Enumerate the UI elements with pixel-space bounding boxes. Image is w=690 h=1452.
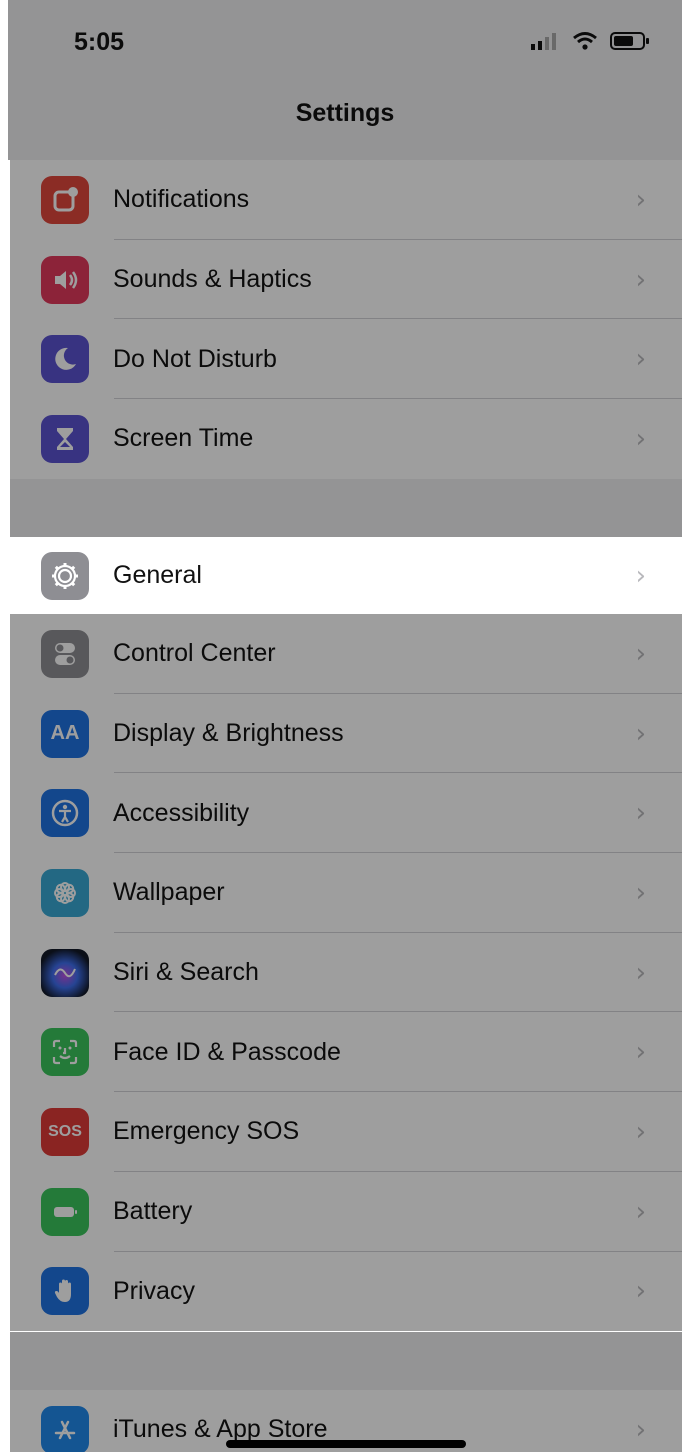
status-time: 5:05 (74, 28, 125, 56)
hand-icon (41, 1267, 89, 1316)
row-label: Control Center (113, 639, 276, 668)
chevron-right-icon: › (635, 1116, 646, 1147)
home-indicator[interactable] (226, 1440, 466, 1448)
moon-icon (41, 335, 89, 384)
siri-icon (41, 948, 89, 997)
row-screen-time[interactable]: Screen Time › (10, 399, 682, 479)
aa-icon-text: AA (50, 722, 80, 745)
chevron-right-icon: › (635, 877, 646, 908)
row-label: Emergency SOS (113, 1117, 300, 1146)
row-accessibility[interactable]: Accessibility › (10, 773, 682, 854)
cellular-signal-icon (530, 31, 560, 56)
row-display-brightness[interactable]: AA Display & Brightness › (10, 694, 682, 774)
row-battery[interactable]: Battery › (10, 1172, 682, 1252)
row-label: Sounds & Haptics (113, 265, 312, 294)
row-sounds-haptics[interactable]: Sounds & Haptics › (10, 240, 682, 320)
chevron-right-icon: › (635, 1196, 646, 1227)
header: 5:05 Settings (8, 0, 682, 160)
settings-group-2: Control Center › AA Display & Brightness… (10, 614, 682, 1332)
row-face-id-passcode[interactable]: Face ID & Passcode › (10, 1012, 682, 1093)
accessibility-icon (41, 789, 89, 838)
row-label: Battery (113, 1197, 193, 1226)
wifi-icon (572, 31, 598, 56)
row-label: Screen Time (113, 424, 254, 453)
row-wallpaper[interactable]: Wallpaper › (10, 853, 682, 933)
section-gap (10, 1332, 682, 1390)
app-store-icon (41, 1405, 89, 1452)
row-siri-search[interactable]: Siri & Search › (10, 933, 682, 1013)
row-do-not-disturb[interactable]: Do Not Disturb › (10, 319, 682, 400)
row-emergency-sos[interactable]: SOS Emergency SOS › (10, 1092, 682, 1172)
row-label: Privacy (113, 1276, 195, 1305)
chevron-right-icon: › (635, 423, 646, 454)
hourglass-icon (41, 414, 89, 463)
settings-group-1: Notifications › Sounds & Haptics › Do No… (10, 160, 682, 479)
row-privacy[interactable]: Privacy › (10, 1252, 682, 1332)
sos-icon-text: SOS (48, 1122, 82, 1140)
row-label: Display & Brightness (113, 719, 344, 748)
chevron-right-icon: › (635, 184, 646, 215)
general-row-highlight: General › (10, 537, 682, 614)
row-label: Siri & Search (113, 958, 259, 987)
notifications-icon (41, 175, 89, 224)
row-label: Face ID & Passcode (113, 1037, 341, 1066)
row-notifications[interactable]: Notifications › (10, 160, 682, 240)
status-bar: 5:05 (8, 0, 682, 70)
nav-bar: Settings (8, 82, 682, 144)
row-control-center[interactable]: Control Center › (10, 614, 682, 694)
settings-screen: 5:05 Settings Notifications › Sounds & H… (0, 0, 690, 1452)
row-label: Accessibility (113, 798, 250, 827)
chevron-right-icon: › (635, 718, 646, 749)
chevron-right-icon: › (635, 957, 646, 988)
flower-icon (41, 868, 89, 917)
chevron-right-icon: › (635, 798, 646, 829)
sos-icon: SOS (41, 1107, 89, 1156)
row-label: Wallpaper (113, 878, 225, 907)
row-label: Notifications (113, 185, 250, 214)
chevron-right-icon: › (635, 344, 646, 375)
row-general[interactable]: General › (10, 537, 682, 614)
chevron-right-icon: › (635, 1037, 646, 1068)
chevron-right-icon: › (635, 1414, 646, 1445)
battery-status-icon (610, 31, 650, 56)
status-icons (530, 31, 650, 56)
row-label: General (113, 561, 202, 589)
section-gap (10, 479, 682, 537)
chevron-right-icon: › (635, 264, 646, 295)
battery-icon (41, 1187, 89, 1236)
gear-icon (41, 551, 89, 600)
page-title: Settings (295, 99, 395, 127)
chevron-right-icon: › (635, 1276, 646, 1307)
face-id-icon (41, 1028, 89, 1077)
row-label: Do Not Disturb (113, 344, 277, 373)
chevron-right-icon: › (635, 638, 646, 669)
aa-icon: AA (41, 709, 89, 758)
speaker-icon (41, 255, 89, 304)
chevron-right-icon: › (635, 560, 646, 591)
toggles-icon (41, 629, 89, 678)
